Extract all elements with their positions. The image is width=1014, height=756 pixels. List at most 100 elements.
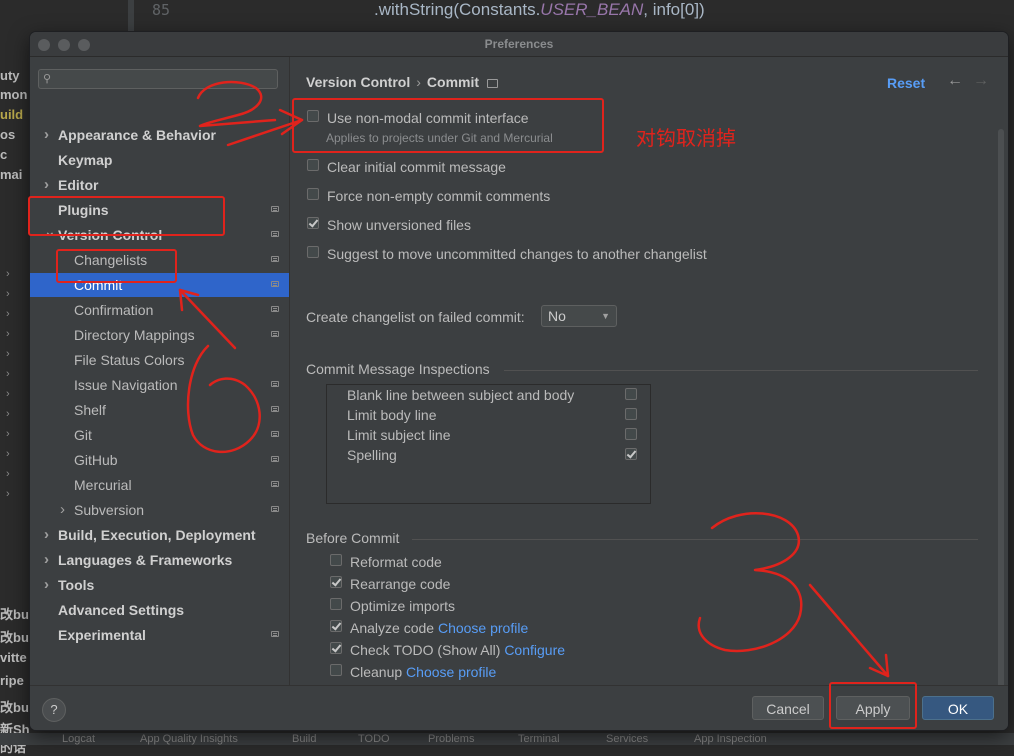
checkbox[interactable] <box>330 598 342 610</box>
sidebar-item-tools[interactable]: › Tools <box>30 573 289 597</box>
sidebar-item-file-status-colors[interactable]: File Status Colors <box>30 348 289 372</box>
tree-chevron-icon: › <box>6 348 10 360</box>
sidebar-item-changelists[interactable]: Changelists <box>30 248 289 272</box>
chevron-down-icon[interactable]: ⌄ <box>44 219 56 243</box>
tool-window-tab[interactable]: Logcat <box>62 733 95 745</box>
checkbox[interactable] <box>330 642 342 654</box>
divider <box>504 370 978 371</box>
sidebar-item-confirmation[interactable]: Confirmation <box>30 298 289 322</box>
help-button[interactable]: ? <box>42 698 66 722</box>
checkbox[interactable] <box>307 217 319 229</box>
checkbox[interactable] <box>625 448 637 460</box>
chevron-right-icon[interactable]: › <box>60 498 65 522</box>
tree-chevron-icon: › <box>6 388 10 400</box>
sidebar-item-label: Issue Navigation <box>74 377 178 393</box>
content-scrollbar[interactable] <box>998 129 1004 689</box>
checkbox[interactable] <box>625 388 637 400</box>
project-scope-icon <box>271 206 279 212</box>
checkbox[interactable] <box>625 428 637 440</box>
project-scope-icon <box>487 78 499 88</box>
sidebar-item-github[interactable]: GitHub <box>30 448 289 472</box>
sidebar-item-git[interactable]: Git <box>30 423 289 447</box>
checkbox[interactable] <box>330 576 342 588</box>
chevron-right-icon[interactable]: › <box>44 548 49 572</box>
background-label: mai <box>0 167 23 182</box>
back-arrow-icon[interactable]: ← <box>947 72 963 90</box>
sidebar-item-commit[interactable]: Commit <box>30 273 289 297</box>
checkbox[interactable] <box>330 620 342 632</box>
sidebar-item-label: Appearance & Behavior <box>58 127 216 143</box>
background-label: os <box>0 127 16 142</box>
sidebar-item-label: Languages & Frameworks <box>58 552 233 568</box>
option-link[interactable]: Choose profile <box>438 620 528 636</box>
sidebar-item-appearance-behavior[interactable]: › Appearance & Behavior <box>30 123 289 147</box>
checkbox[interactable] <box>307 110 319 122</box>
inspection-label: Spelling <box>347 447 397 463</box>
tree-chevron-icon: › <box>6 328 10 340</box>
sidebar-item-shelf[interactable]: Shelf <box>30 398 289 422</box>
option-label: Show unversioned files <box>327 217 471 233</box>
inspection-label: Limit subject line <box>347 427 451 443</box>
forward-arrow-icon[interactable]: → <box>973 72 989 90</box>
checkbox[interactable] <box>307 159 319 171</box>
apply-button[interactable]: Apply <box>836 696 910 720</box>
sidebar-item-languages-frameworks[interactable]: › Languages & Frameworks <box>30 548 289 572</box>
search-input[interactable] <box>57 70 272 88</box>
project-scope-icon <box>271 631 279 637</box>
sidebar-item-build-execution-deployment[interactable]: › Build, Execution, Deployment <box>30 523 289 547</box>
sidebar-item-version-control[interactable]: ⌄ Version Control <box>30 223 289 247</box>
tool-window-tab[interactable]: TODO <box>358 733 390 745</box>
cancel-button[interactable]: Cancel <box>752 696 824 720</box>
sidebar-item-label: Directory Mappings <box>74 327 195 343</box>
settings-search[interactable]: ⚲ <box>38 69 278 89</box>
tool-window-tab[interactable]: App Inspection <box>694 733 767 745</box>
project-scope-icon <box>271 281 279 287</box>
inspection-row[interactable]: Limit subject line <box>347 425 642 445</box>
sidebar-item-advanced-settings[interactable]: Advanced Settings <box>30 598 289 622</box>
checkbox[interactable] <box>330 554 342 566</box>
tool-window-tab[interactable]: Problems <box>428 733 474 745</box>
chevron-right-icon[interactable]: › <box>44 123 49 147</box>
before-commit-title: Before Commit <box>306 530 400 546</box>
tool-window-tab[interactable]: App Quality Insights <box>140 733 238 745</box>
inspection-label: Blank line between subject and body <box>347 387 575 403</box>
option-label: Rearrange code <box>350 576 451 592</box>
background-label: c <box>0 147 8 162</box>
inspection-row[interactable]: Spelling <box>347 445 642 465</box>
checkbox[interactable] <box>307 188 319 200</box>
option-link[interactable]: Configure <box>504 642 565 658</box>
tree-chevron-icon: › <box>6 368 10 380</box>
inspection-row[interactable]: Limit body line <box>347 405 642 425</box>
inspection-row[interactable]: Blank line between subject and body <box>347 385 642 405</box>
chevron-right-icon[interactable]: › <box>44 523 49 547</box>
checkbox[interactable] <box>307 246 319 258</box>
checkbox[interactable] <box>330 664 342 676</box>
inspection-label: Limit body line <box>347 407 437 423</box>
code-prefix: .withString(Constants. <box>374 0 541 19</box>
sidebar-item-mercurial[interactable]: Mercurial <box>30 473 289 497</box>
option-link[interactable]: Choose profile <box>406 664 496 680</box>
code-constant: USER_BEAN <box>540 0 644 19</box>
sidebar-item-subversion[interactable]: › Subversion <box>30 498 289 522</box>
chevron-right-icon[interactable]: › <box>44 173 49 197</box>
sidebar-item-experimental[interactable]: Experimental <box>30 623 289 647</box>
tool-window-tab[interactable]: Services <box>606 733 648 745</box>
breadcrumb: Version Control › Commit <box>306 74 499 90</box>
sidebar-item-keymap[interactable]: Keymap <box>30 148 289 172</box>
sidebar-item-issue-navigation[interactable]: Issue Navigation <box>30 373 289 397</box>
tool-window-tab[interactable]: Terminal <box>518 733 560 745</box>
sidebar-item-label: File Status Colors <box>74 352 185 368</box>
changelist-select[interactable]: No ▼ <box>541 305 617 327</box>
sidebar-item-directory-mappings[interactable]: Directory Mappings <box>30 323 289 347</box>
tool-window-tab[interactable]: Build <box>292 733 316 745</box>
sidebar-item-plugins[interactable]: Plugins <box>30 198 289 222</box>
background-label: 改bu <box>0 630 29 645</box>
background-label: ripe <box>0 673 24 688</box>
chevron-right-icon[interactable]: › <box>44 573 49 597</box>
sidebar-item-editor[interactable]: › Editor <box>30 173 289 197</box>
sidebar-item-label: Git <box>74 427 92 443</box>
ok-button[interactable]: OK <box>922 696 994 720</box>
breadcrumb-parent[interactable]: Version Control <box>306 74 410 90</box>
reset-link[interactable]: Reset <box>887 75 925 91</box>
checkbox[interactable] <box>625 408 637 420</box>
